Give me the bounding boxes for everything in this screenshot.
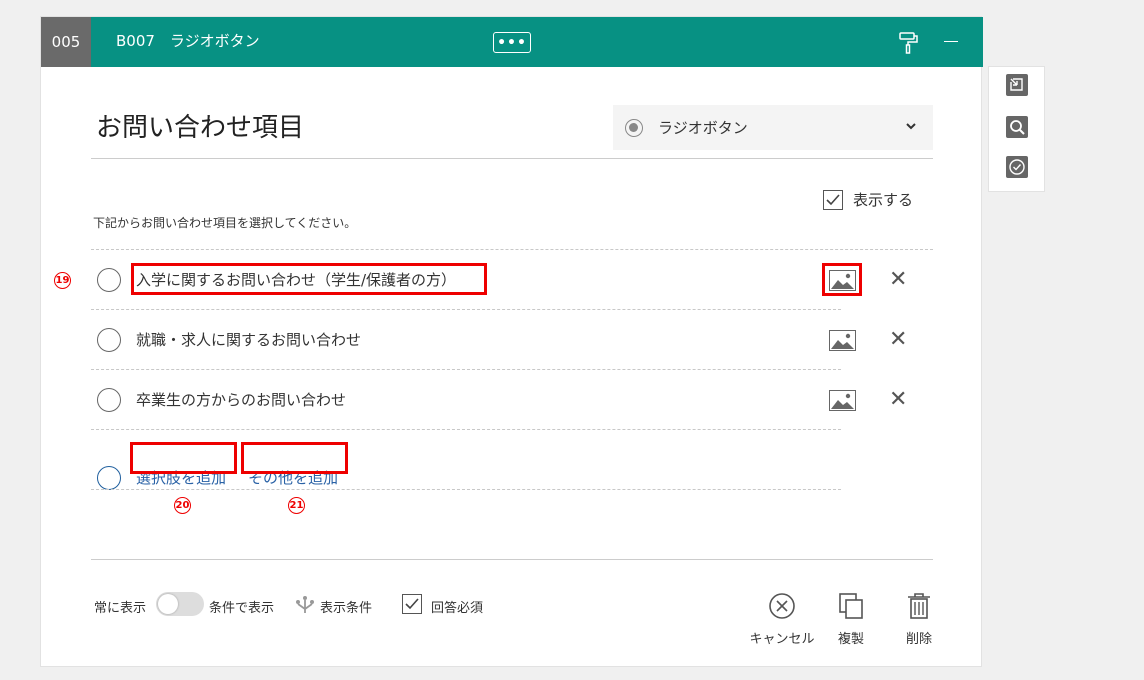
question-description[interactable]: 下記からお問い合わせ項目を選択してください。 <box>93 214 356 231</box>
search-icon[interactable] <box>1006 116 1028 138</box>
duplicate-icon <box>839 593 863 619</box>
display-mode-toggle[interactable] <box>156 592 204 616</box>
highlight-box <box>241 442 348 474</box>
question-number: 005 <box>41 17 91 67</box>
cancel-button[interactable]: キャンセル <box>747 592 817 647</box>
annotation-marker: 20 <box>174 497 191 514</box>
conditional-show-label: 条件で表示 <box>209 601 275 616</box>
option-label[interactable]: 就職・求人に関するお問い合わせ <box>136 329 361 350</box>
option-row: 就職・求人に関するお問い合わせ <box>91 310 841 368</box>
highlight-box <box>822 263 862 296</box>
side-toolbar <box>988 66 1045 192</box>
duplicate-button[interactable]: 複製 <box>831 592 871 647</box>
more-options-button[interactable]: ••• <box>493 32 531 53</box>
always-show-label: 常に表示 <box>94 601 147 616</box>
minimize-icon[interactable] <box>944 41 958 42</box>
required-checkbox[interactable] <box>402 594 422 614</box>
display-label: 表示する <box>853 191 914 209</box>
close-icon[interactable]: ✕ <box>889 329 907 351</box>
required-label: 回答必須 <box>431 601 484 616</box>
cancel-label: キャンセル <box>749 632 815 647</box>
question-type-select[interactable]: ラジオボタン <box>613 105 933 150</box>
option-label[interactable]: 卒業生の方からのお問い合わせ <box>136 389 346 410</box>
option-radio[interactable] <box>97 388 121 412</box>
paint-roller-icon[interactable] <box>899 31 919 59</box>
option-row: 卒業生の方からのお問い合わせ <box>91 370 841 428</box>
display-checkbox[interactable] <box>823 189 843 210</box>
highlight-box <box>130 442 237 474</box>
annotation-marker: 21 <box>288 497 305 514</box>
import-icon[interactable] <box>1006 74 1028 96</box>
option-divider <box>91 429 841 430</box>
annotation-marker: 19 <box>54 272 71 289</box>
option-radio[interactable] <box>97 328 121 352</box>
add-option-radio <box>97 466 121 490</box>
option-radio[interactable] <box>97 268 121 292</box>
question-header: 005 B007 ラジオボタン ••• <box>41 17 983 67</box>
question-card: 005 B007 ラジオボタン ••• お問い合わせ項目 ラジオボタン 表示する… <box>40 16 983 667</box>
trash-icon <box>908 593 930 619</box>
question-title[interactable]: お問い合わせ項目 <box>96 107 304 144</box>
title-divider <box>91 158 933 159</box>
highlight-box <box>131 263 487 295</box>
radio-type-icon <box>625 119 643 137</box>
condition-icon[interactable] <box>294 593 316 619</box>
delete-label: 削除 <box>905 632 932 647</box>
question-type-label: ラジオボタン <box>658 119 748 137</box>
display-condition-label[interactable]: 表示条件 <box>320 597 372 616</box>
image-icon[interactable] <box>829 330 856 355</box>
close-icon[interactable]: ✕ <box>889 389 907 411</box>
close-icon[interactable]: ✕ <box>889 269 907 291</box>
image-icon[interactable] <box>829 390 856 415</box>
chevron-down-icon <box>904 118 918 137</box>
check-circle-icon[interactable] <box>1006 156 1028 178</box>
question-type-title: B007 ラジオボタン <box>116 32 260 50</box>
delete-button[interactable]: 削除 <box>899 592 939 647</box>
duplicate-label: 複製 <box>837 632 864 647</box>
footer-divider <box>91 559 933 560</box>
toggle-knob <box>158 594 178 614</box>
cancel-icon <box>769 593 795 619</box>
display-toggle[interactable]: 表示する <box>823 189 913 210</box>
option-divider <box>91 489 841 490</box>
